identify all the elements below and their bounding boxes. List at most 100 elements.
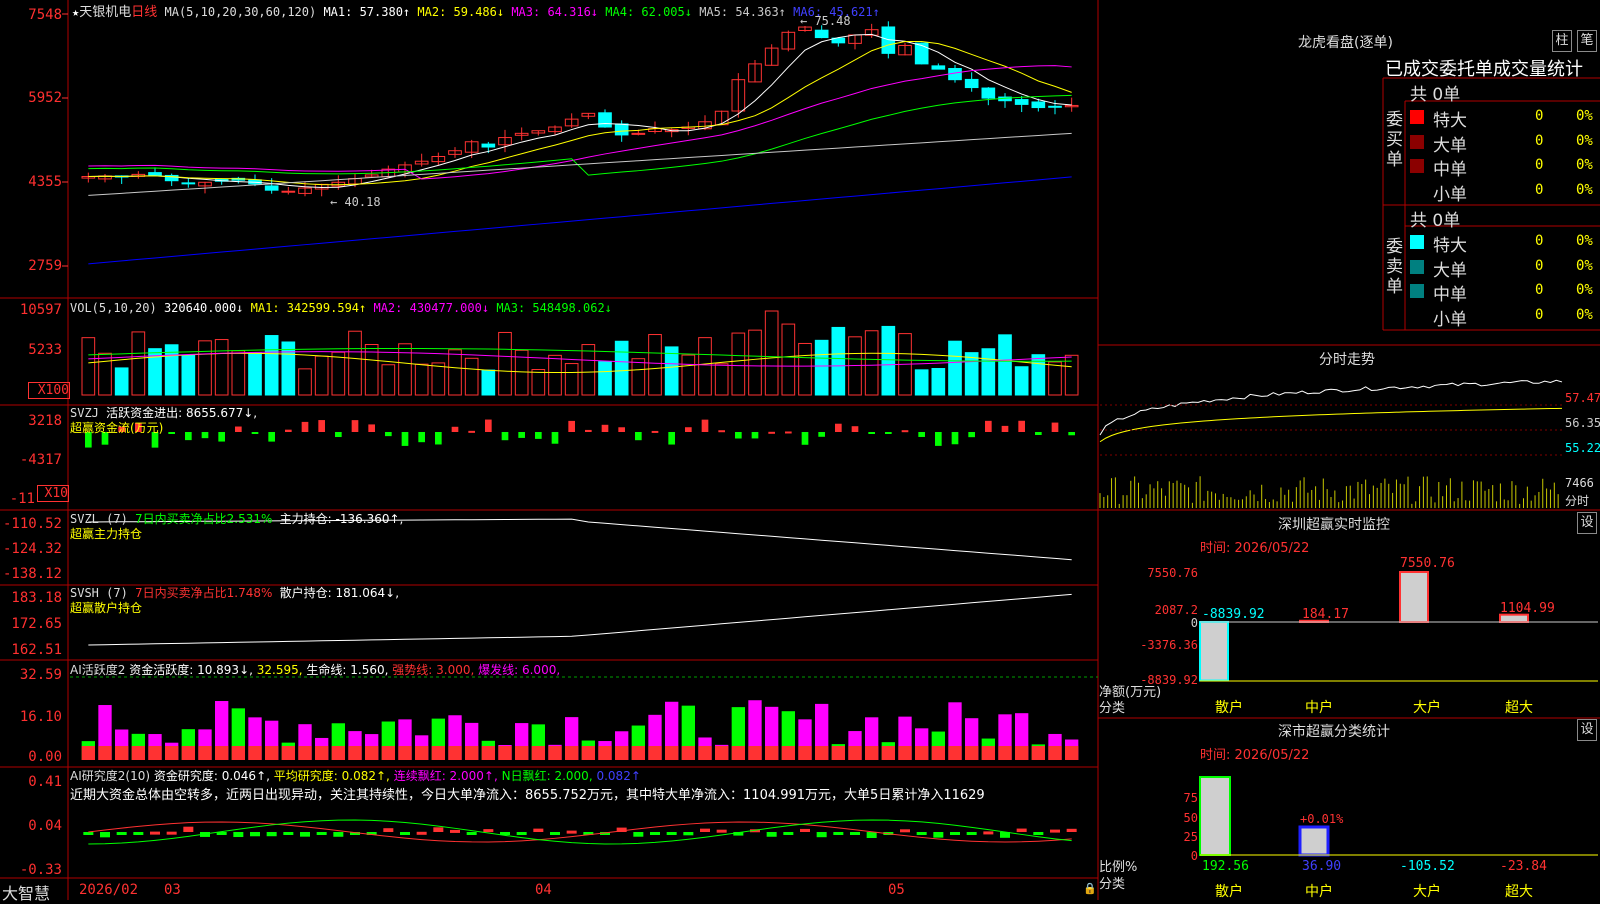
candle-body	[981, 87, 996, 99]
buy-row-count: 0	[1535, 132, 1544, 149]
research-bar	[416, 831, 427, 835]
activity-base	[565, 746, 579, 760]
volume-bar	[998, 334, 1012, 396]
svzl-line2: 超赢主力持仓	[70, 527, 143, 541]
research-bar	[483, 829, 494, 833]
activity-base	[1031, 746, 1045, 760]
flow-bar	[701, 419, 709, 432]
activity-base	[498, 746, 512, 760]
candle-body	[1031, 101, 1046, 109]
flow-bar	[385, 432, 392, 437]
candle-body	[481, 143, 496, 148]
candle-body	[964, 78, 979, 89]
stock-chart-canvas[interactable]	[0, 0, 1600, 900]
stats-axis-3: 25	[1183, 830, 1198, 844]
stats-axis-4: 0	[1190, 849, 1198, 863]
vol-axis-2: 5233	[28, 342, 62, 358]
ai2-axis-2: 0.04	[28, 818, 62, 834]
flow-bar	[885, 432, 892, 434]
main-axis-1: 7548	[28, 7, 62, 23]
tick-view-button[interactable]: 笔	[1577, 30, 1597, 52]
activity-base	[281, 746, 295, 760]
volume-bar	[264, 335, 279, 396]
research-bar	[83, 832, 94, 835]
brand-logo[interactable]: 大智慧	[2, 880, 50, 904]
volume-bar	[781, 323, 796, 396]
volume-bar	[648, 334, 662, 396]
lhb-tabs[interactable]: 已成交委托单成交量统计	[1385, 55, 1583, 81]
research-bar	[516, 832, 527, 835]
lock-icon[interactable]: 🔒	[1083, 882, 1097, 895]
research-bar	[716, 829, 727, 833]
research-bar	[933, 832, 944, 838]
research-bar	[333, 832, 344, 837]
sell-row-count: 0	[1535, 282, 1544, 298]
activity-base	[548, 746, 562, 760]
bar-view-button[interactable]: 柱	[1552, 30, 1572, 52]
ai2-a: 资金研究度: 0.046↑,	[153, 769, 270, 783]
flow-bar	[535, 432, 542, 439]
flow-bar	[1001, 425, 1009, 432]
ai1-axis-1: 32.59	[19, 667, 62, 683]
flow-bar	[651, 430, 659, 433]
ai2-e: 0.082↑	[596, 769, 641, 783]
volume-bar	[864, 330, 879, 396]
flow-bar	[301, 421, 309, 432]
value-label: 184.17	[1302, 607, 1349, 622]
svzj-axis-2: -4317	[19, 452, 62, 468]
candle-body	[614, 123, 629, 136]
volume-bar	[548, 354, 562, 396]
sz-stats-settings-button[interactable]: 设	[1577, 719, 1597, 741]
value-label: -8839.92	[1202, 607, 1265, 622]
main-axis-3: 4355	[28, 174, 62, 190]
flow-bar	[718, 430, 725, 433]
research-bar	[816, 832, 827, 838]
vol-header: VOL(5,10,20) 320640.000↓ MA1: 342599.594…	[70, 301, 612, 315]
volume-bar	[831, 326, 846, 396]
flow-bar	[951, 432, 959, 445]
svzj-axis-3: -11	[9, 491, 35, 507]
buy-color-swatch	[1410, 159, 1424, 173]
volume-bar	[614, 340, 629, 396]
activity-base	[431, 746, 445, 760]
buy-row-name: 大单	[1433, 135, 1467, 156]
flow-bar	[918, 432, 925, 437]
value-label: 7550.76	[1400, 556, 1455, 571]
candle-body	[814, 29, 829, 39]
sell-row-name: 中单	[1433, 285, 1467, 305]
flow-bar	[485, 419, 492, 432]
research-bar	[1050, 829, 1060, 833]
vol-ma1: MA1: 342599.594↑	[250, 301, 367, 315]
ma-label: MA(5,10,20,30,60,120)	[164, 5, 317, 19]
ai1-label: AI活跃度2	[70, 663, 126, 677]
svsh-axis-3: 162.51	[11, 642, 62, 658]
research-bar	[683, 832, 694, 836]
ma20-line	[88, 65, 1072, 180]
stats-bar	[1298, 825, 1330, 857]
research-bar	[1066, 828, 1077, 832]
svzj-label: SVZJ	[70, 406, 99, 420]
sz-monitor-settings-button[interactable]: 设	[1577, 512, 1597, 534]
activity-base	[915, 746, 929, 760]
flow-bar	[418, 432, 425, 443]
ai1-d: 强势线: 3.000,	[392, 663, 475, 677]
flow-bar	[601, 424, 609, 432]
vol-scale: X100	[28, 382, 70, 399]
date-label-1: 2026/02	[79, 882, 139, 898]
buy-row-name: 特大	[1433, 111, 1467, 131]
vol-axis-1: 10597	[19, 302, 62, 318]
volume-bar	[414, 363, 429, 396]
monitor-bar	[1199, 621, 1229, 682]
sell-color-swatch	[1410, 235, 1424, 249]
candle-body	[264, 185, 279, 191]
ai2-axis-1: 0.41	[28, 774, 62, 790]
flow-bar	[201, 432, 209, 439]
activity-base	[731, 746, 745, 760]
volume-bar	[764, 310, 779, 396]
flow-bar	[618, 427, 625, 432]
volume-bar	[381, 364, 396, 396]
activity-base	[815, 746, 829, 760]
sell-row-count: 0	[1535, 233, 1544, 249]
period-label[interactable]: 日线	[131, 5, 157, 20]
volume-bar	[398, 343, 412, 396]
